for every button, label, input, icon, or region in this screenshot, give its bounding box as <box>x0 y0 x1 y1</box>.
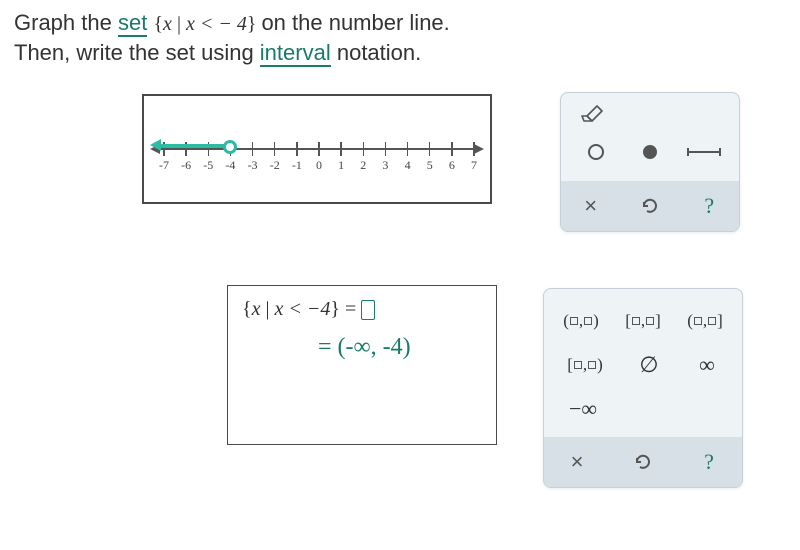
tick <box>274 142 276 156</box>
set-expr: {x | x < − 4} <box>153 13 261 35</box>
instr-text-4: notation. <box>337 40 421 65</box>
tick-label: -5 <box>203 158 213 173</box>
tick <box>318 142 320 156</box>
closed-closed-interval-button[interactable]: [,] <box>614 306 672 336</box>
axis-arrow-right <box>474 144 484 154</box>
open-endpoint[interactable] <box>223 140 237 154</box>
tick-label: 5 <box>427 158 433 173</box>
negative-infinity-button[interactable]: −∞ <box>560 394 606 424</box>
tick-label: 6 <box>449 158 455 173</box>
tick <box>451 142 453 156</box>
tick <box>252 142 254 156</box>
tick <box>407 142 409 156</box>
tick-label: -6 <box>181 158 191 173</box>
open-open-interval-button[interactable]: (,) <box>552 306 610 336</box>
tick-label: 3 <box>382 158 388 173</box>
tick <box>429 142 431 156</box>
clear-graph-button[interactable]: × <box>567 187 615 225</box>
graph-tools-panel: × ? <box>560 92 740 232</box>
tick <box>473 142 475 156</box>
answer-input-slot[interactable] <box>361 300 375 320</box>
tick-label: 1 <box>338 158 344 173</box>
closed-open-interval-button[interactable]: [,) <box>556 350 614 380</box>
tick-label: 4 <box>405 158 411 173</box>
handwritten-annotation: = (-∞, -4) <box>318 334 411 361</box>
interval-link[interactable]: interval <box>260 40 331 67</box>
tick-label: -2 <box>270 158 280 173</box>
tick-label: 2 <box>360 158 366 173</box>
undo-interval-button[interactable] <box>619 443 667 481</box>
numberline-canvas[interactable]: -7 -6 -5 -4 -3 -2 -1 0 1 2 3 4 5 6 7 <box>142 94 492 204</box>
clear-interval-button[interactable]: × <box>553 443 601 481</box>
tick-label: -1 <box>292 158 302 173</box>
tick-label: -4 <box>225 158 235 173</box>
set-link[interactable]: set <box>118 10 147 37</box>
tick <box>363 142 365 156</box>
help-graph-button[interactable]: ? <box>685 187 733 225</box>
solution-ray-arrow <box>150 139 161 151</box>
instr-text-1: Graph the <box>14 10 118 35</box>
tick-label: 7 <box>471 158 477 173</box>
tick-label: -7 <box>159 158 169 173</box>
tick <box>296 142 298 156</box>
empty-set-button[interactable]: ∅ <box>626 350 672 380</box>
eraser-icon[interactable] <box>581 103 607 123</box>
closed-point-tool[interactable] <box>626 133 674 171</box>
help-interval-button[interactable]: ? <box>685 443 733 481</box>
undo-graph-button[interactable] <box>626 187 674 225</box>
tick-label: -3 <box>248 158 258 173</box>
answer-set-expr: {x | x < −4} = <box>242 298 361 320</box>
tick <box>385 142 387 156</box>
answer-box: {x | x < −4} = = (-∞, -4) <box>227 285 497 445</box>
open-closed-interval-button[interactable]: (,] <box>676 306 734 336</box>
tick <box>340 142 342 156</box>
segment-tool[interactable] <box>680 133 728 171</box>
solution-ray[interactable] <box>158 144 230 148</box>
tick-label: 0 <box>316 158 322 173</box>
infinity-button[interactable]: ∞ <box>684 350 730 380</box>
interval-tools-panel: (,) [,] (,] [,) ∅ ∞ −∞ × ? <box>543 288 743 488</box>
instr-text-3: Then, write the set using <box>14 40 260 65</box>
instr-text-2: on the number line. <box>261 10 449 35</box>
open-point-tool[interactable] <box>572 133 620 171</box>
